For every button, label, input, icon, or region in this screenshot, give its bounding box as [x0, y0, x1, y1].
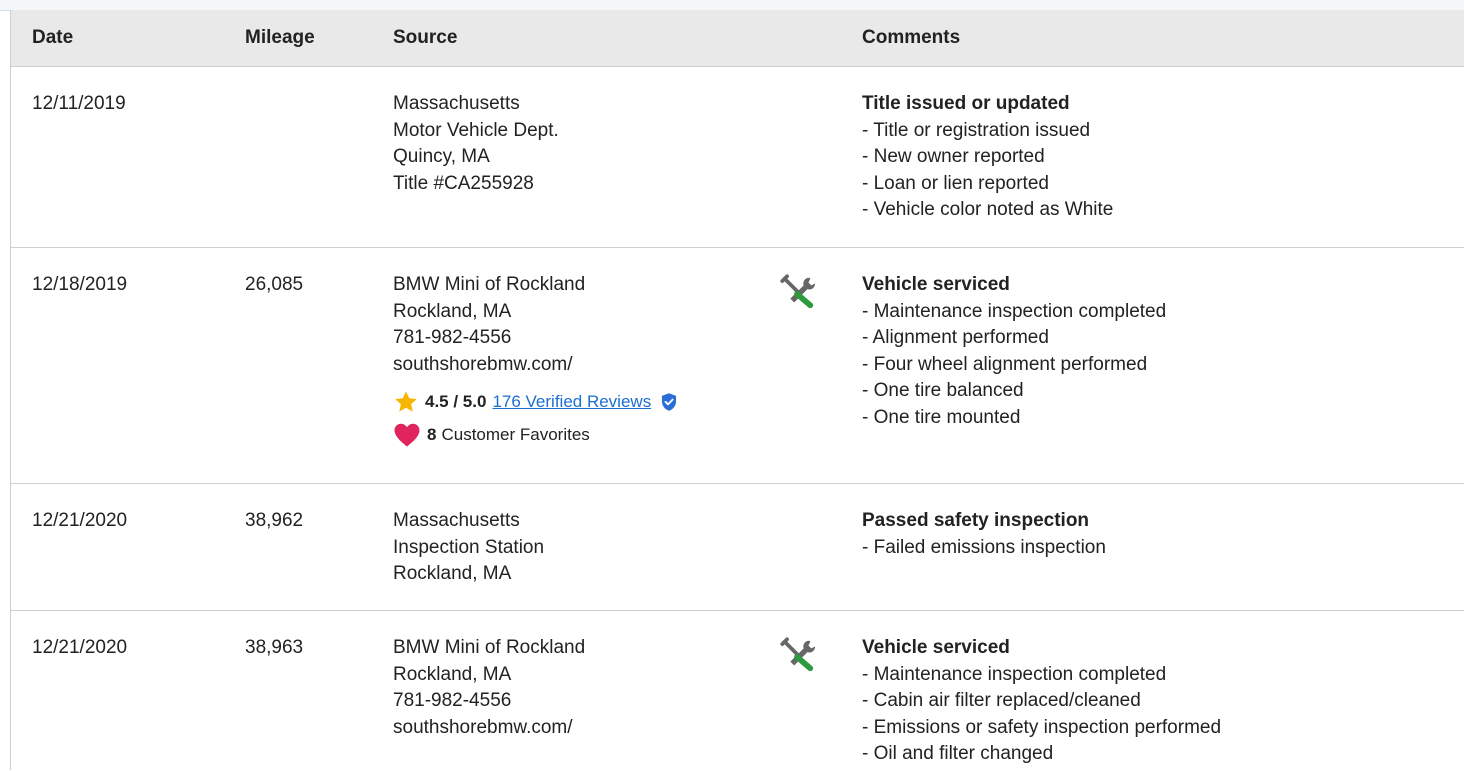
row-mileage: 26,085 [245, 274, 304, 295]
comment-item: - Maintenance inspection completed [862, 663, 1167, 685]
verified-reviews-link[interactable]: 176 Verified Reviews [492, 389, 651, 416]
comment-item: - Cabin air filter replaced/cleaned [862, 690, 1141, 711]
comment-item: - New owner reported [862, 146, 1045, 167]
table-row: 12/11/2019 Massachusetts Motor Vehicle D… [11, 67, 1464, 248]
table-header: Date Mileage Source Comments [11, 10, 1464, 67]
comment-title: Title issued or updated [862, 93, 1070, 114]
source-line: southshorebmw.com/ [393, 353, 573, 375]
row-comments: Passed safety inspection - Failed emissi… [862, 508, 1106, 561]
service-tools-icon [780, 637, 816, 672]
rating-score: 4.5 / 5.0 [425, 391, 487, 411]
comment-item: - Four wheel alignment performed [862, 353, 1148, 375]
comment-item: - Title or registration issued [862, 119, 1091, 141]
star-icon [395, 391, 417, 412]
row-date: 12/18/2019 [32, 274, 128, 295]
comment-item: - Alignment performed [862, 327, 1049, 348]
header-date: Date [32, 27, 74, 48]
row-comments: Vehicle serviced - Maintenance inspectio… [862, 272, 1166, 431]
source-line: Quincy, MA [393, 146, 490, 167]
row-mileage: 38,963 [245, 637, 304, 658]
heart-icon [394, 423, 420, 447]
dealer-rating: 4.5 / 5.0 176 Verified Reviews [393, 388, 679, 416]
row-source: Massachusetts Motor Vehicle Dept. Quincy… [393, 91, 559, 197]
comment-item: - Oil and filter changed [862, 743, 1054, 764]
comment-title: Vehicle serviced [862, 274, 1010, 295]
source-line: Massachusetts [393, 93, 520, 114]
comment-item: - One tire mounted [862, 406, 1021, 428]
header-mileage: Mileage [245, 27, 315, 48]
source-line: Motor Vehicle Dept. [393, 119, 559, 141]
source-line: Rockland, MA [393, 563, 512, 584]
vehicle-history-table: Date Mileage Source Comments 12/11/2019 … [10, 10, 1464, 770]
table-row: 12/21/2020 38,962 Massachusetts Inspecti… [11, 484, 1464, 611]
source-line: BMW Mini of Rockland [393, 274, 586, 295]
source-line: Inspection Station [393, 536, 545, 558]
service-tools-icon [780, 274, 816, 309]
table-row: 12/21/2020 38,963 BMW Mini of Rockland R… [11, 611, 1464, 771]
source-line: 781-982-4556 [393, 690, 512, 711]
favorites-count: 8 [427, 424, 437, 444]
source-line: southshorebmw.com/ [393, 716, 573, 738]
source-line: Title #CA255928 [393, 172, 534, 194]
comment-item: - Emissions or safety inspection perform… [862, 716, 1222, 738]
comment-title: Vehicle serviced [862, 637, 1010, 658]
comment-item: - One tire balanced [862, 380, 1024, 401]
verified-shield-icon [662, 393, 677, 411]
comment-item: - Loan or lien reported [862, 172, 1049, 194]
customer-favorites: 8 Customer Favorites [393, 421, 679, 449]
comment-item: - Failed emissions inspection [862, 536, 1106, 558]
comment-item: - Maintenance inspection completed [862, 300, 1167, 322]
source-line: Rockland, MA [393, 663, 512, 685]
source-line: Massachusetts [393, 510, 520, 531]
row-source: BMW Mini of Rockland Rockland, MA 781-98… [393, 635, 585, 741]
row-date: 12/21/2020 [32, 637, 128, 658]
table-row: 12/18/2019 26,085 BMW Mini of Rockland R… [11, 248, 1464, 484]
row-comments: Title issued or updated - Title or regis… [862, 91, 1113, 224]
comment-title: Passed safety inspection [862, 510, 1090, 531]
row-comments: Vehicle serviced - Maintenance inspectio… [862, 635, 1221, 768]
source-line: 781-982-4556 [393, 327, 512, 348]
row-source: BMW Mini of Rockland Rockland, MA 781-98… [393, 272, 679, 449]
header-source: Source [393, 27, 458, 48]
comment-item: - Vehicle color noted as White [862, 199, 1114, 220]
header-comments: Comments [862, 27, 961, 48]
row-date: 12/21/2020 [32, 510, 128, 531]
source-line: BMW Mini of Rockland [393, 637, 586, 658]
row-date: 12/11/2019 [32, 93, 126, 114]
favorites-label: Customer Favorites [441, 424, 590, 444]
row-source: Massachusetts Inspection Station Rocklan… [393, 508, 544, 588]
source-line: Rockland, MA [393, 300, 512, 322]
row-mileage: 38,962 [245, 510, 304, 531]
